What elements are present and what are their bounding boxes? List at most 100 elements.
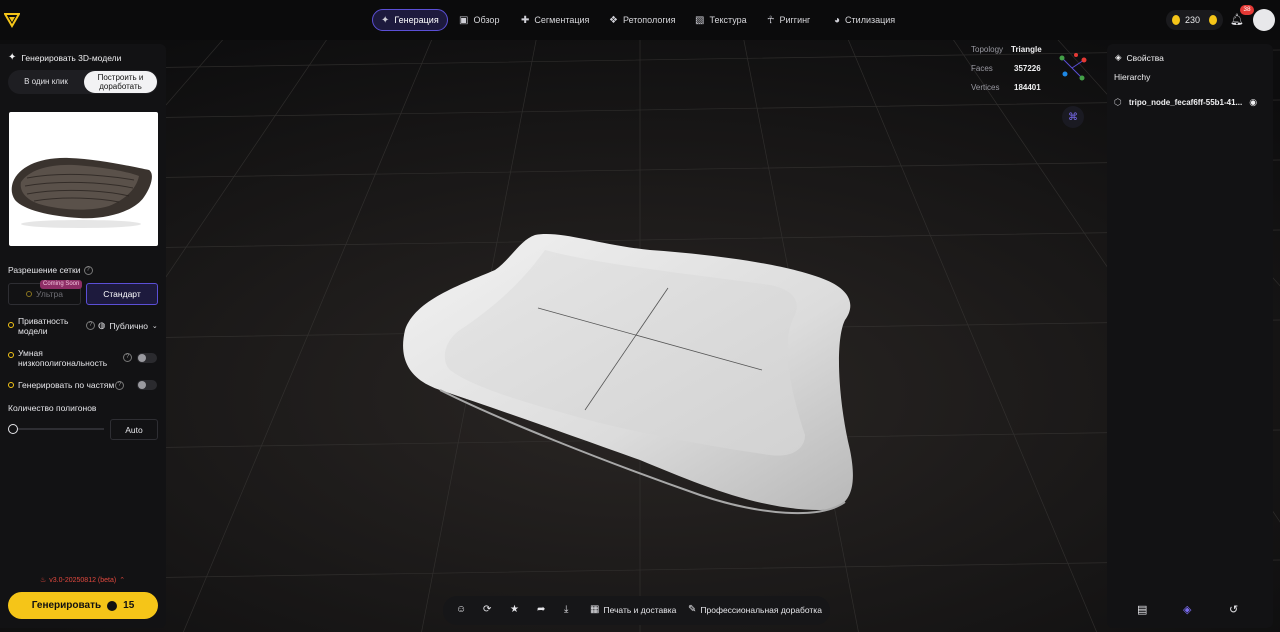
chevron-up-icon: ⌃ [119, 577, 126, 584]
history-icon[interactable]: ↺ [1229, 603, 1238, 616]
mode-build-refine[interactable]: Построить и доработать [84, 71, 157, 93]
mode-one-click[interactable]: В один клик [10, 71, 82, 93]
person-icon: ☥ [767, 14, 775, 26]
stat-value-vertices: 184401 [1014, 83, 1041, 92]
resolution-ultra-label: Ультра [36, 289, 63, 299]
eye-icon[interactable]: ◉ [1249, 97, 1257, 108]
coin-icon [1172, 15, 1180, 25]
tab-rigging[interactable]: ☥ Риггинг [759, 9, 818, 31]
puzzle-icon: ✚ [521, 14, 530, 26]
notification-badge: 38 [1240, 5, 1254, 15]
globe-icon: ◍ [98, 320, 106, 330]
version-text: v3.0-20250812 (beta) [49, 576, 117, 584]
avatar[interactable] [1253, 9, 1275, 31]
frame-icon: ▣ [459, 14, 469, 26]
ultra-icon [26, 291, 33, 297]
version-label[interactable]: ♨ v3.0-20250812 (beta) ⌃ [40, 576, 126, 585]
sparkle-icon: ✦ [381, 14, 390, 26]
brush-icon: ✎ [688, 604, 697, 615]
chevron-down-icon: ⌄ [151, 322, 158, 330]
generate-button-label: Генерировать [31, 600, 102, 611]
help-icon[interactable]: ? [86, 321, 95, 330]
generate-parts-label: Генерировать по частям [18, 380, 115, 390]
bell-icon[interactable]: 🔔︎ [1230, 13, 1244, 26]
privacy-value: Публично [109, 320, 148, 331]
privacy-select[interactable]: ◍ Публично ⌄ [98, 320, 158, 331]
tab-retopology[interactable]: ❖ Ретопология [601, 9, 684, 31]
panel-title: ✦ Генерировать 3D-модели [8, 52, 121, 63]
generate-cost: 15 [123, 600, 135, 611]
tab-generation[interactable]: ✦ Генерация [372, 9, 448, 31]
axis-gizmo-icon[interactable] [1056, 52, 1090, 84]
stat-key-vertices: Vertices [971, 83, 1000, 92]
star-icon[interactable]: ★ [510, 604, 519, 615]
credits-count: 230 [1184, 15, 1201, 25]
pro-refinement-button[interactable]: ✎ Профессиональная доработка [688, 604, 822, 615]
help-icon[interactable]: ? [123, 353, 132, 362]
tab-label: Ретопология [622, 15, 676, 25]
download-icon[interactable]: ⤓ [564, 604, 568, 615]
tab-stylization[interactable]: ◕ Стилизация [826, 9, 903, 31]
print-delivery-label: Печать и доставка [603, 604, 677, 615]
mesh-resolution-label: Разрешение сетки ? [8, 265, 93, 275]
coming-soon-badge: Coming Soon [40, 280, 83, 289]
tab-label: Текстура [709, 15, 747, 25]
parts-indicator-icon [8, 382, 14, 388]
cube-icon: ⬡ [1114, 96, 1122, 107]
privacy-indicator-icon [8, 322, 14, 328]
generate-button[interactable]: Генерировать 15 [8, 592, 158, 619]
tab-overview[interactable]: ▣ Обзор [451, 9, 507, 31]
layers-tab-icon[interactable]: ◈ [1183, 603, 1191, 616]
tab-label: Стилизация [845, 15, 896, 25]
stat-value-topology: Triangle [1011, 45, 1042, 54]
print-delivery-button[interactable]: ▦ Печать и доставка [590, 604, 676, 615]
dish-photo [11, 157, 152, 228]
add-credits-icon[interactable] [1209, 15, 1217, 25]
properties-header: ◈ Свойства [1115, 52, 1164, 63]
input-image-preview[interactable] [9, 112, 158, 246]
properties-panel [1107, 44, 1273, 628]
archive-icon[interactable]: ▤ [1137, 603, 1147, 616]
polycount-input[interactable]: Auto [110, 419, 158, 440]
lowpoly-indicator-icon [8, 352, 14, 358]
flame-icon: ♨ [40, 577, 47, 584]
help-icon[interactable]: ? [83, 265, 93, 275]
stat-key-topology: Topology [971, 45, 1004, 54]
hierarchy-node[interactable]: ⬡ tripo_node_fecaf6ff-55b1-41... ◉ [1114, 95, 1264, 109]
app-logo-icon[interactable] [4, 12, 20, 28]
pro-refinement-label: Профессиональная доработка [700, 604, 822, 615]
generate-parts-toggle[interactable] [137, 380, 157, 390]
credit-coin-icon [107, 600, 118, 611]
stat-key-faces: Faces [971, 64, 993, 73]
privacy-label: Приватность модели [18, 316, 69, 337]
node-name: tripo_node_fecaf6ff-55b1-41... [1128, 97, 1243, 107]
smile-icon[interactable]: ☺ [456, 604, 466, 615]
tab-segmentation[interactable]: ✚ Сегментация [513, 9, 597, 31]
polycount-slider-track[interactable] [12, 428, 104, 430]
tab-label: Риггинг [779, 15, 811, 25]
mesh-resolution-text: Разрешение сетки [8, 265, 81, 275]
smart-lowpoly-label: Умная низкополигональность [18, 348, 108, 369]
polycount-slider-handle[interactable] [8, 424, 18, 434]
hierarchy-label: Hierarchy [1114, 72, 1151, 82]
tab-label: Генерация [394, 15, 439, 25]
view-reset-icon[interactable]: ⌘ [1062, 106, 1084, 128]
properties-title: Свойства [1126, 52, 1164, 63]
share-icon[interactable]: ➦ [537, 604, 545, 615]
help-icon[interactable]: ? [115, 381, 124, 390]
gift-icon: ▦ [590, 604, 600, 615]
smart-lowpoly-toggle[interactable] [137, 353, 157, 363]
credits-pill[interactable]: 230 [1166, 10, 1223, 30]
sparkle-icon: ✦ [8, 52, 17, 63]
tab-texture[interactable]: ▧ Текстура [687, 9, 755, 31]
viewport-canvas[interactable] [0, 40, 1280, 632]
rotate-icon[interactable]: ⟳ [483, 604, 491, 615]
texture-icon: ▧ [695, 14, 705, 26]
polycount-label: Количество полигонов [8, 403, 97, 413]
panel-title-text: Генерировать 3D-модели [21, 52, 122, 63]
mesh-icon: ❖ [609, 14, 618, 26]
resolution-standard-button[interactable]: Стандарт [86, 283, 158, 305]
tab-label: Сегментация [534, 15, 590, 25]
palette-icon: ◕ [834, 14, 841, 26]
layers-icon: ◈ [1115, 52, 1122, 62]
